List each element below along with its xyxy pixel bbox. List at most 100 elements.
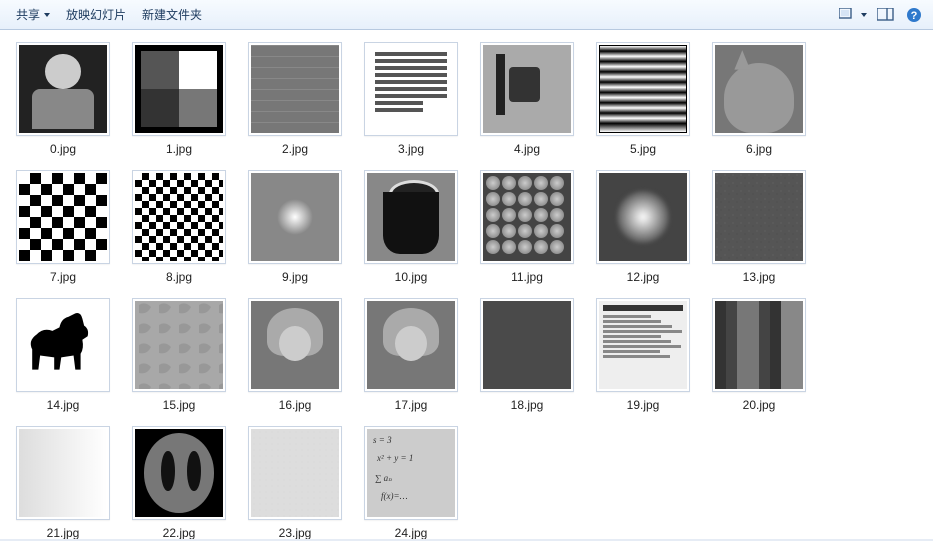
file-item[interactable]: 9.jpg <box>248 170 342 284</box>
thumbnail-frame <box>596 42 690 136</box>
chevron-down-icon[interactable] <box>861 13 867 17</box>
file-item[interactable]: 5.jpg <box>596 42 690 156</box>
preview-pane-button[interactable] <box>877 7 895 23</box>
thumbnail-frame <box>248 42 342 136</box>
thumbnail-frame <box>480 42 574 136</box>
share-label: 共享 <box>16 6 40 23</box>
toolbar: 共享 放映幻灯片 新建文件夹 ? <box>0 0 933 30</box>
file-item[interactable]: 22.jpg <box>132 426 226 540</box>
file-item[interactable]: 6.jpg <box>712 42 806 156</box>
svg-text:?: ? <box>911 10 918 22</box>
thumbnail-frame <box>712 42 806 136</box>
thumbnail-frame <box>132 170 226 264</box>
file-item[interactable]: 11.jpg <box>480 170 574 284</box>
thumbnail-frame <box>596 298 690 392</box>
file-name-label: 4.jpg <box>514 142 540 156</box>
file-item[interactable]: 4.jpg <box>480 42 574 156</box>
file-name-label: 16.jpg <box>279 398 312 412</box>
file-item[interactable]: 7.jpg <box>16 170 110 284</box>
file-name-label: 0.jpg <box>50 142 76 156</box>
thumbnail-icon: s = 3x² + y = 1∑ aₙf(x)=… <box>367 429 455 517</box>
file-name-label: 6.jpg <box>746 142 772 156</box>
file-item[interactable]: 0.jpg <box>16 42 110 156</box>
new-folder-button[interactable]: 新建文件夹 <box>136 2 208 27</box>
file-item[interactable]: 3.jpg <box>364 42 458 156</box>
thumbnail-icon <box>599 173 687 261</box>
thumbnail-icon <box>599 301 687 389</box>
file-item[interactable]: 13.jpg <box>712 170 806 284</box>
file-item[interactable]: 16.jpg <box>248 298 342 412</box>
footer-divider <box>0 539 933 541</box>
help-button[interactable]: ? <box>905 7 923 23</box>
file-name-label: 9.jpg <box>282 270 308 284</box>
file-item[interactable]: 23.jpg <box>248 426 342 540</box>
content-area: 0.jpg 1.jpg 2.jpg 3.jpg 4.jpg 5.jpg 6.jpg 7.jpg… <box>0 30 933 547</box>
thumbnail-icon <box>715 173 803 261</box>
thumbnail-icon <box>19 429 107 517</box>
file-item[interactable]: 1.jpg <box>132 42 226 156</box>
slideshow-label: 放映幻灯片 <box>66 6 126 23</box>
file-name-label: 13.jpg <box>743 270 776 284</box>
thumbnail-icon <box>19 173 107 261</box>
thumbnail-icon <box>135 173 223 261</box>
file-name-label: 2.jpg <box>282 142 308 156</box>
file-name-label: 12.jpg <box>627 270 660 284</box>
file-item[interactable]: 8.jpg <box>132 170 226 284</box>
file-name-label: 5.jpg <box>630 142 656 156</box>
thumbnail-frame <box>132 42 226 136</box>
file-name-label: 15.jpg <box>163 398 196 412</box>
thumbnail-icon <box>483 173 571 261</box>
file-item[interactable]: 20.jpg <box>712 298 806 412</box>
thumbnail-frame <box>596 170 690 264</box>
thumbnail-icon <box>367 45 455 133</box>
thumbnail-icon <box>251 45 339 133</box>
thumbnail-icon <box>251 429 339 517</box>
file-item[interactable]: 10.jpg <box>364 170 458 284</box>
file-item[interactable]: s = 3x² + y = 1∑ aₙf(x)=… 24.jpg <box>364 426 458 540</box>
file-name-label: 24.jpg <box>395 526 428 540</box>
thumbnail-frame <box>248 170 342 264</box>
thumbnail-icon <box>715 45 803 133</box>
share-menu[interactable]: 共享 <box>10 2 56 27</box>
file-item[interactable]: 19.jpg <box>596 298 690 412</box>
thumbnail-frame <box>16 426 110 520</box>
thumbnail-frame <box>132 298 226 392</box>
thumbnail-icon <box>19 45 107 133</box>
file-item[interactable]: 17.jpg <box>364 298 458 412</box>
file-item[interactable]: 14.jpg <box>16 298 110 412</box>
thumbnail-icon <box>483 45 571 133</box>
thumbnail-icon <box>483 301 571 389</box>
file-name-label: 23.jpg <box>279 526 312 540</box>
file-name-label: 7.jpg <box>50 270 76 284</box>
file-name-label: 3.jpg <box>398 142 424 156</box>
thumbnail-icon <box>367 173 455 261</box>
new-folder-label: 新建文件夹 <box>142 6 202 23</box>
view-mode-button[interactable] <box>839 7 857 23</box>
file-item[interactable]: 2.jpg <box>248 42 342 156</box>
file-item[interactable]: 21.jpg <box>16 426 110 540</box>
thumbnail-frame <box>712 170 806 264</box>
thumbnail-frame <box>16 298 110 392</box>
thumbnail-frame: s = 3x² + y = 1∑ aₙf(x)=… <box>364 426 458 520</box>
file-name-label: 21.jpg <box>47 526 80 540</box>
file-name-label: 1.jpg <box>166 142 192 156</box>
file-item[interactable]: 18.jpg <box>480 298 574 412</box>
thumbnail-frame <box>364 170 458 264</box>
thumbnail-frame <box>480 170 574 264</box>
thumbnail-frame <box>712 298 806 392</box>
slideshow-button[interactable]: 放映幻灯片 <box>60 2 132 27</box>
file-item[interactable]: 15.jpg <box>132 298 226 412</box>
file-name-label: 22.jpg <box>163 526 196 540</box>
file-name-label: 11.jpg <box>511 270 543 284</box>
toolbar-left: 共享 放映幻灯片 新建文件夹 <box>10 2 208 27</box>
thumbnail-frame <box>248 298 342 392</box>
chevron-down-icon <box>44 13 50 17</box>
thumbnail-frame <box>364 298 458 392</box>
file-name-label: 18.jpg <box>511 398 544 412</box>
thumbnail-icon <box>367 301 455 389</box>
thumbnail-frame <box>16 170 110 264</box>
thumbnail-icon <box>251 301 339 389</box>
thumbnail-frame <box>248 426 342 520</box>
file-item[interactable]: 12.jpg <box>596 170 690 284</box>
thumbnail-icon <box>251 173 339 261</box>
